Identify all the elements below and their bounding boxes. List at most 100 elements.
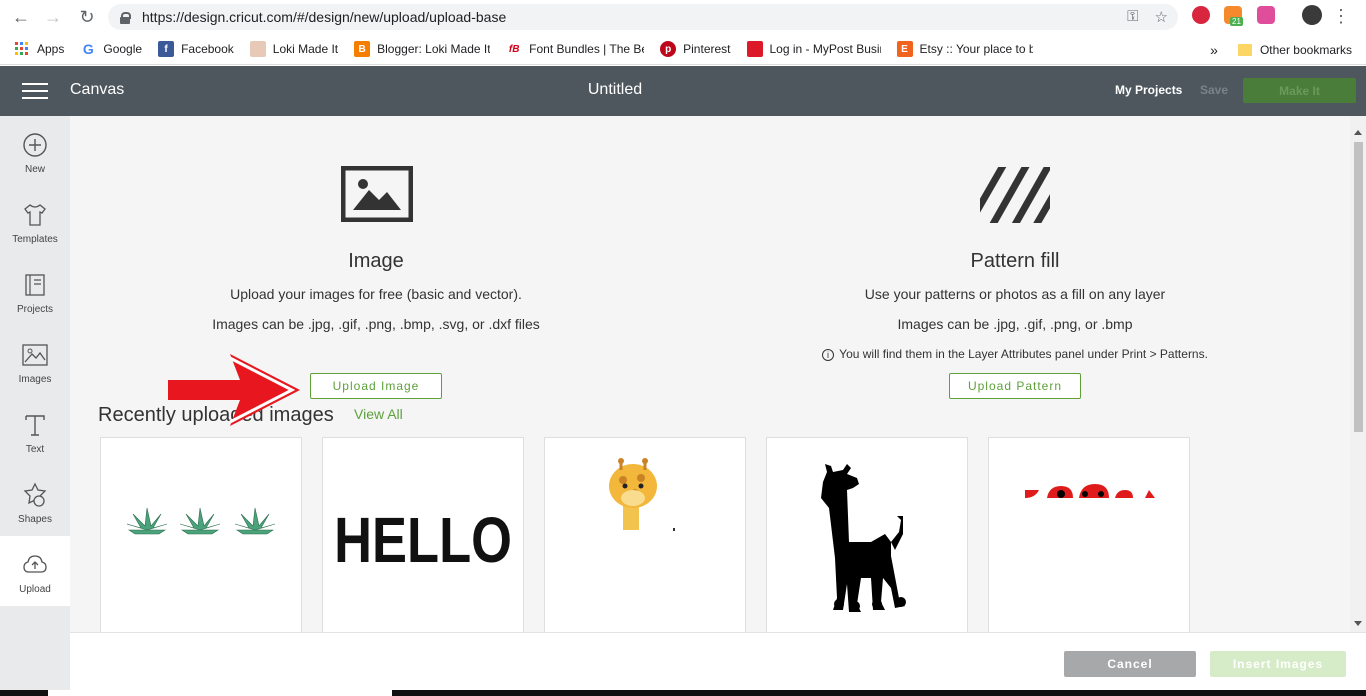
recent-image-card[interactable] (100, 437, 302, 632)
sidebar-item-text[interactable]: Text (0, 396, 70, 466)
facebook-icon: f (158, 41, 175, 57)
folder-icon (1237, 43, 1252, 56)
extension-badge: 21 (1230, 17, 1243, 26)
bookmark-mypost[interactable]: Log in - MyPost Busin (746, 37, 881, 61)
cancel-button[interactable]: Cancel (1064, 651, 1196, 677)
sidebar-item-label: Text (25, 444, 45, 455)
scrollbar-thumb[interactable] (1354, 142, 1363, 432)
pattern-section-title: Pattern fill (970, 250, 1060, 272)
annotation-arrow-icon (168, 354, 300, 426)
sidebar-item-label: Images (18, 374, 52, 385)
image-icon (22, 344, 48, 366)
scroll-down-icon[interactable] (1354, 621, 1362, 626)
vivaldi-extension-icon[interactable] (1192, 6, 1210, 24)
blogger-icon: B (354, 41, 371, 57)
my-projects-link[interactable]: My Projects (1115, 83, 1182, 97)
bookmark-font-bundles[interactable]: fB Font Bundles | The Be (506, 37, 644, 61)
loki-made-it-icon (249, 41, 266, 57)
url-text: https://design.cricut.com/#/design/new/u… (142, 9, 507, 25)
hello-text-image: HELLO (334, 505, 512, 576)
left-sidebar: New Templates Projects Images Text Shape… (0, 116, 70, 696)
upload-footer: Cancel Insert Images (70, 632, 1366, 690)
bookmark-label: Etsy :: Your place to b (919, 42, 1033, 56)
bookmarks-overflow-icon[interactable]: » (1210, 42, 1218, 58)
other-bookmarks[interactable]: Other bookmarks (1260, 43, 1352, 57)
sidebar-item-upload[interactable]: Upload (0, 536, 70, 606)
image-file-types: Images can be .jpg, .gif, .png, .bmp, .s… (212, 316, 540, 332)
shapes-icon (23, 482, 47, 507)
pattern-note-text: You will find them in the Layer Attribut… (839, 347, 1208, 361)
plus-circle-icon (23, 133, 47, 157)
text-icon (25, 415, 45, 436)
bookmark-label: Blogger: Loki Made It (377, 42, 491, 56)
bookmark-blogger[interactable]: B Blogger: Loki Made It (354, 37, 490, 61)
bookmark-label: Loki Made It (272, 42, 339, 56)
sidebar-item-templates[interactable]: Templates (0, 186, 70, 256)
succulent-image (126, 507, 276, 535)
view-all-link[interactable]: View All (354, 406, 403, 422)
image-section-title: Image (348, 250, 404, 272)
recent-image-card[interactable] (544, 437, 746, 632)
key-icon[interactable]: ⚿ (1127, 8, 1138, 26)
pattern-fill-icon (980, 167, 1050, 223)
giraffe-silhouette-image (821, 464, 906, 612)
back-arrow-icon[interactable]: ← (6, 2, 36, 32)
sidebar-item-new[interactable]: New (0, 116, 70, 186)
upload-cloud-icon (23, 555, 47, 573)
forward-arrow-icon[interactable]: → (38, 2, 68, 32)
bookmark-etsy[interactable]: E Etsy :: Your place to b (896, 37, 1033, 61)
recent-image-card[interactable] (988, 437, 1190, 632)
lock-icon (120, 11, 131, 24)
sidebar-item-label: Templates (12, 234, 58, 245)
scroll-up-icon[interactable] (1354, 130, 1362, 135)
star-icon[interactable]: ☆ (1155, 8, 1168, 26)
pinterest-icon: p (660, 41, 677, 57)
document-title[interactable]: Untitled (0, 81, 1230, 99)
sidebar-item-images[interactable]: Images (0, 326, 70, 396)
pattern-info-note: i You will find them in the Layer Attrib… (735, 347, 1295, 361)
book-icon (25, 274, 45, 296)
address-bar[interactable]: https://design.cricut.com/#/design/new/u… (108, 4, 1178, 30)
sidebar-item-shapes[interactable]: Shapes (0, 466, 70, 536)
bookmark-loki-made-it[interactable]: Loki Made It (249, 37, 339, 61)
insert-images-button[interactable]: Insert Images (1210, 651, 1346, 677)
bookmark-label: Google (103, 42, 143, 56)
main-scrollbar[interactable] (1350, 116, 1366, 632)
sidebar-item-label: Upload (19, 584, 51, 595)
bookmark-label: Font Bundles | The Be (529, 42, 645, 56)
recent-image-card[interactable] (766, 437, 968, 632)
sidebar-item-label: New (24, 164, 45, 175)
bookmark-label: Log in - MyPost Busin (769, 42, 881, 56)
tshirt-icon (24, 204, 46, 226)
info-icon: i (822, 349, 835, 361)
font-bundles-icon: fB (508, 43, 520, 55)
save-button[interactable]: Save (1200, 83, 1228, 97)
bookmark-facebook[interactable]: f Facebook (158, 37, 234, 61)
profile-avatar[interactable] (1302, 5, 1322, 25)
bookmark-apps[interactable]: Apps (14, 37, 64, 61)
orange-extension-icon[interactable]: 21 (1224, 6, 1243, 26)
image-upload-icon (341, 166, 413, 222)
pattern-file-types: Images can be .jpg, .gif, .png, or .bmp (897, 316, 1133, 332)
google-icon: G (82, 41, 94, 57)
reload-icon[interactable]: ↻ (72, 2, 102, 32)
upload-image-button[interactable]: Upload Image (310, 373, 442, 399)
sidebar-item-projects[interactable]: Projects (0, 256, 70, 326)
bookmark-google[interactable]: G Google (80, 37, 142, 61)
apps-grid-icon (14, 41, 30, 57)
hello-image-text: HELLO (334, 505, 512, 576)
bookmark-label: Apps (37, 42, 65, 56)
bookmark-label: Pinterest (683, 42, 731, 56)
image-description: Upload your images for free (basic and v… (230, 286, 522, 302)
make-it-button[interactable]: Make It (1243, 78, 1356, 103)
giraffe-head-image (609, 458, 675, 531)
browser-menu-icon[interactable]: ⋮ (1332, 6, 1350, 27)
app-header: Canvas Untitled My Projects Save Make It (0, 66, 1366, 116)
red-pattern-image (989, 484, 1189, 632)
bookmark-pinterest[interactable]: p Pinterest (660, 37, 731, 61)
upload-pattern-button[interactable]: Upload Pattern (949, 373, 1081, 399)
recent-image-card[interactable]: HELLO (322, 437, 524, 632)
sidebar-item-label: Shapes (18, 514, 52, 525)
mypost-icon (746, 41, 763, 57)
pink-extension-icon[interactable] (1257, 6, 1275, 24)
